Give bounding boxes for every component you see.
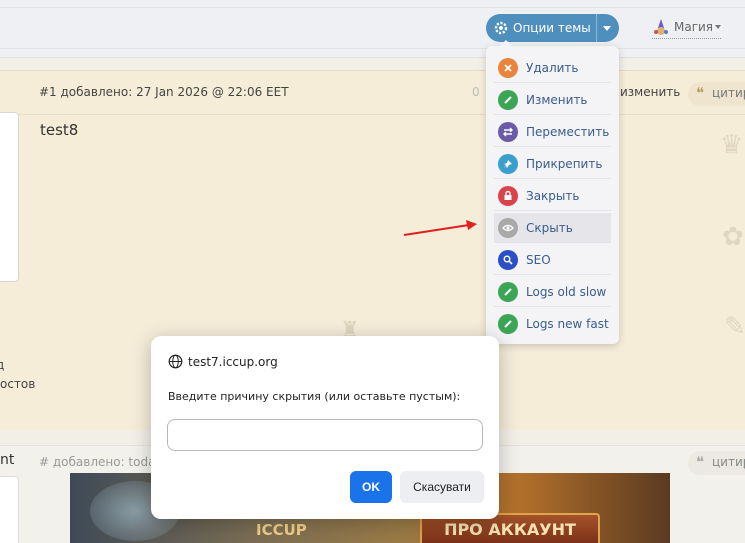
close-icon xyxy=(498,57,518,78)
post-counter: 0 xyxy=(472,85,480,99)
theme-options-button[interactable]: Опции темы xyxy=(486,14,619,42)
pencil-decoration-icon: ✎ xyxy=(724,312,745,342)
divider xyxy=(0,7,745,8)
badge-decoration-icon: ✿ xyxy=(722,222,744,252)
ok-button[interactable]: OK xyxy=(350,471,392,503)
theme-options-label: Опции темы xyxy=(513,21,591,35)
menu-item-pin[interactable]: Прикрепить xyxy=(494,149,611,179)
author-avatar xyxy=(0,476,19,543)
edit-link[interactable]: изменить xyxy=(620,85,680,99)
globe-icon xyxy=(168,354,183,369)
pencil-icon xyxy=(498,281,518,302)
dialog-site: test7.iccup.org xyxy=(188,354,278,369)
menu-item-label: Прикрепить xyxy=(526,156,603,171)
post-info: # добавлено: today xyxy=(39,455,163,469)
quote-label: цитир xyxy=(712,86,745,100)
move-arrows-icon xyxy=(498,121,518,142)
pencil-icon xyxy=(498,314,518,334)
banner-logo: ICCUP xyxy=(256,521,307,539)
lock-icon xyxy=(498,185,518,206)
avatar xyxy=(652,18,670,36)
menu-item-logs-old[interactable]: Logs old slow xyxy=(494,277,611,307)
eye-icon xyxy=(498,217,518,238)
dialog-prompt: Введите причину скрытия (или оставьте пу… xyxy=(168,390,461,403)
menu-item-close[interactable]: Закрыть xyxy=(494,181,611,211)
menu-item-hide[interactable]: Скрыть xyxy=(494,213,611,243)
author-avatar xyxy=(0,112,19,282)
menu-item-label: Удалить xyxy=(526,60,579,75)
menu-item-seo[interactable]: SEO xyxy=(494,245,611,275)
chevron-down-icon[interactable] xyxy=(603,26,611,31)
author-stat: остов xyxy=(0,377,36,391)
quote-icon: ❝ xyxy=(696,453,705,471)
divider xyxy=(0,48,745,49)
menu-item-delete[interactable]: Удалить xyxy=(494,53,611,83)
menu-item-edit[interactable]: Изменить xyxy=(494,85,611,115)
pencil-icon xyxy=(498,89,518,110)
crown-decoration-icon: ♛ xyxy=(720,130,744,160)
post-info: #1 добавлено: 27 Jan 2026 @ 22:06 EET xyxy=(39,85,289,99)
theme-options-menu: Удалить Изменить Переместить Прикрепить … xyxy=(486,40,619,344)
search-icon xyxy=(498,249,518,270)
menu-item-label: Изменить xyxy=(526,92,588,107)
menu-notch xyxy=(500,40,512,46)
divider xyxy=(596,14,597,42)
menu-item-label: Переместить xyxy=(526,124,610,139)
cancel-button[interactable]: Скасувати xyxy=(400,471,484,503)
menu-item-label: Logs new fast xyxy=(526,317,609,331)
quote-label: цитир xyxy=(712,455,745,469)
user-name: Магия xyxy=(674,20,714,34)
menu-item-label: Скрыть xyxy=(526,220,573,235)
author-name: nt xyxy=(0,452,15,468)
quote-button[interactable]: ❝ цитир xyxy=(688,451,745,475)
reason-input[interactable] xyxy=(167,419,483,451)
menu-item-label: Logs old slow xyxy=(526,284,607,299)
menu-item-label: Закрыть xyxy=(526,188,580,203)
top-bar xyxy=(0,0,745,58)
quote-button[interactable]: ❝ цитир xyxy=(688,82,745,106)
gear-icon xyxy=(494,21,508,35)
user-menu[interactable]: Магия xyxy=(652,17,722,39)
divider xyxy=(652,38,722,39)
quote-icon: ❝ xyxy=(696,84,705,102)
dialog-origin: test7.iccup.org xyxy=(168,354,278,369)
post-body: test8 xyxy=(40,121,79,139)
menu-item-label: SEO xyxy=(526,252,551,267)
chevron-down-icon xyxy=(715,25,722,29)
annotation-arrow-icon xyxy=(403,220,477,236)
author-stat: д xyxy=(0,358,5,372)
menu-item-move[interactable]: Переместить xyxy=(494,117,611,147)
prompt-dialog: test7.iccup.org Введите причину скрытия … xyxy=(151,336,499,519)
pin-icon xyxy=(498,153,518,174)
menu-item-logs-new[interactable]: Logs new fast xyxy=(494,309,611,339)
